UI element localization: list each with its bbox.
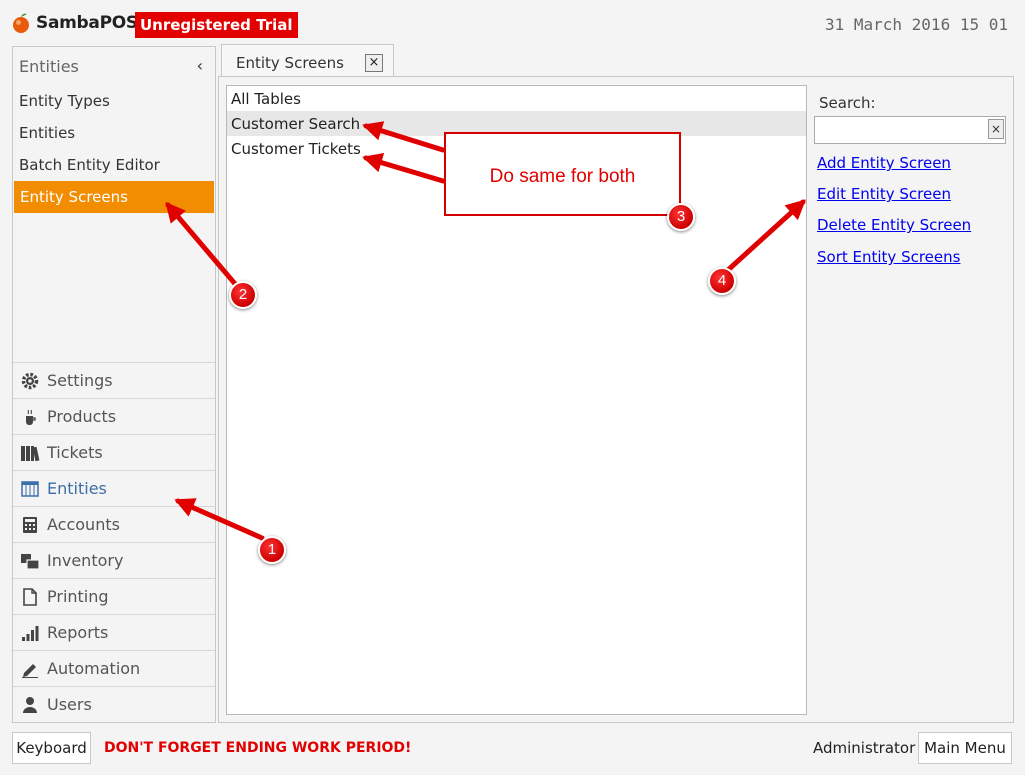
- annotation-callout: Do same for both: [444, 132, 681, 216]
- nav-tickets[interactable]: Tickets: [13, 434, 215, 470]
- delete-entity-screen-link[interactable]: Delete Entity Screen: [817, 216, 971, 234]
- app-brand: SambaPOS: [36, 13, 138, 33]
- nav-inventory-label: Inventory: [47, 551, 124, 570]
- annotation-badge-1: 1: [258, 536, 286, 564]
- sidebar: Entities ‹ Entity Types Entities Batch E…: [12, 46, 216, 723]
- nav-printing[interactable]: Printing: [13, 578, 215, 614]
- nav-automation[interactable]: Automation: [13, 650, 215, 686]
- document-icon: [20, 587, 40, 607]
- title-bar: SambaPOS Unregistered Trial 31 March 201…: [0, 0, 1025, 44]
- pencil-icon: [20, 659, 40, 679]
- nav-automation-label: Automation: [47, 659, 141, 678]
- nav-products[interactable]: Products: [13, 398, 215, 434]
- nav-tickets-label: Tickets: [47, 443, 103, 462]
- nav-settings-label: Settings: [47, 371, 113, 390]
- sidebar-item-batch-entity-editor[interactable]: Batch Entity Editor: [13, 149, 215, 181]
- sidebar-header: Entities ‹: [13, 47, 215, 85]
- annotation-badge-2: 2: [229, 281, 257, 309]
- nav-settings[interactable]: Settings: [13, 362, 215, 398]
- nav-users[interactable]: Users: [13, 686, 215, 722]
- sidebar-item-entity-screens[interactable]: Entity Screens: [14, 181, 214, 213]
- close-icon[interactable]: ×: [365, 54, 383, 72]
- list-item[interactable]: All Tables: [227, 86, 806, 111]
- sidebar-title: Entities: [19, 57, 79, 76]
- nav-inventory[interactable]: Inventory: [13, 542, 215, 578]
- annotation-badge-4: 4: [708, 267, 736, 295]
- work-period-warning: DON'T FORGET ENDING WORK PERIOD!: [104, 740, 412, 756]
- nav-entities[interactable]: Entities: [13, 470, 215, 506]
- nav-accounts[interactable]: Accounts: [13, 506, 215, 542]
- user-icon: [20, 695, 40, 715]
- sidebar-item-entity-types[interactable]: Entity Types: [13, 85, 215, 117]
- annotation-callout-text: Do same for both: [489, 166, 636, 187]
- clock: 31 March 2016 15 01: [824, 15, 1008, 34]
- edit-entity-screen-link[interactable]: Edit Entity Screen: [817, 185, 951, 203]
- nav-accounts-label: Accounts: [47, 515, 120, 534]
- main-menu-button[interactable]: Main Menu: [918, 732, 1012, 764]
- annotation-badge-3: 3: [667, 203, 695, 231]
- search-label: Search:: [819, 94, 876, 112]
- search-input[interactable]: [814, 116, 1006, 144]
- bar-chart-icon: [20, 623, 40, 643]
- sidebar-item-entities[interactable]: Entities: [13, 117, 215, 149]
- gear-icon: [20, 371, 40, 391]
- sort-entity-screens-link[interactable]: Sort Entity Screens: [817, 248, 960, 266]
- calculator-icon: [20, 515, 40, 535]
- samba-logo-icon: [13, 13, 29, 33]
- main-nav: Settings Products Tickets Entities Accou…: [13, 362, 215, 722]
- nav-reports-label: Reports: [47, 623, 109, 642]
- trial-badge: Unregistered Trial: [135, 12, 298, 38]
- collapse-icon[interactable]: ‹: [197, 56, 203, 75]
- nav-products-label: Products: [47, 407, 117, 426]
- current-user: Administrator: [813, 739, 916, 757]
- binders-icon: [20, 443, 40, 463]
- coffee-cup-icon: [20, 407, 40, 427]
- nav-reports[interactable]: Reports: [13, 614, 215, 650]
- tab-entity-screens[interactable]: Entity Screens ×: [221, 44, 394, 77]
- nav-printing-label: Printing: [47, 587, 109, 606]
- keyboard-button[interactable]: Keyboard: [12, 732, 91, 764]
- add-entity-screen-link[interactable]: Add Entity Screen: [817, 154, 951, 172]
- tab-label: Entity Screens: [236, 54, 344, 72]
- nav-users-label: Users: [47, 695, 92, 714]
- table-grid-icon: [20, 479, 40, 499]
- inventory-icon: [20, 551, 40, 571]
- clear-search-icon[interactable]: ×: [988, 119, 1004, 139]
- nav-entities-label: Entities: [47, 479, 107, 498]
